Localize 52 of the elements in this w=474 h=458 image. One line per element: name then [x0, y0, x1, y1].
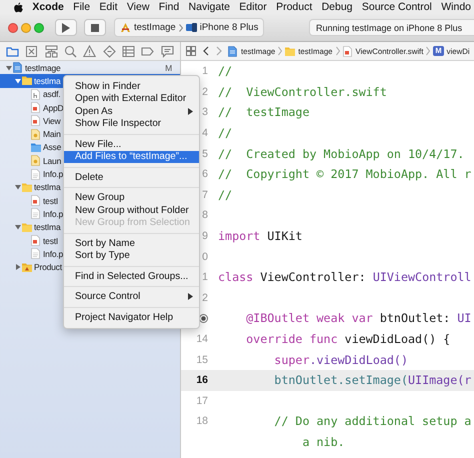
line-number: 8: [202, 209, 208, 222]
code-line: btnOutlet.setImage(UIImage(r: [273, 373, 472, 388]
file-name: Info.p: [43, 208, 64, 219]
line-number: 1: [202, 271, 208, 284]
file-name: View: [43, 116, 60, 126]
line-number: 7: [202, 188, 208, 201]
code-line: a nib.: [301, 434, 345, 449]
file-name: Laun: [43, 156, 62, 166]
code-line: override func viewDidLoad() {: [245, 332, 450, 346]
file-name: testIma: [34, 222, 60, 232]
file-name: Info.p: [43, 169, 64, 180]
file-name: asdf.: [43, 89, 60, 100]
line-number: 2: [202, 86, 208, 98]
line-number: 1: [202, 65, 208, 78]
line-number: 14: [196, 333, 208, 346]
line-number: 0: [202, 250, 208, 263]
status-display: Running testImage on iPhone 8 Plus: [309, 19, 474, 36]
file-name: testI: [43, 196, 58, 206]
code-line: // testImage: [217, 105, 310, 120]
scheme-name: testImage: [134, 22, 176, 33]
line-number: 5: [202, 148, 208, 160]
file-name: Product: [34, 262, 62, 272]
status-label: M: [165, 62, 172, 73]
file-name: testIma: [34, 76, 60, 86]
code-line: class ViewController: UIViewControll: [217, 270, 472, 284]
file-name: Main: [43, 129, 61, 140]
code-line: import UIKit: [217, 229, 302, 244]
line-number: 17: [196, 394, 208, 407]
line-number: 4: [202, 127, 208, 140]
line-number: 6: [202, 168, 208, 180]
line-number: 15: [196, 354, 208, 366]
line-number: 9: [202, 230, 208, 242]
file-name: Asse: [43, 142, 62, 152]
file-name: testIma: [34, 182, 60, 192]
code-line: //: [217, 64, 232, 78]
code-line: // Copyright © 2017 MobioApp. All r: [217, 167, 472, 182]
file-name: testI: [43, 236, 58, 246]
line-number: 18: [196, 415, 208, 428]
code-line: super.viewDidLoad(): [273, 352, 408, 367]
device-name: iPhone 8 Plus: [200, 22, 258, 33]
file-name: Info.p: [43, 248, 64, 259]
line-number: 2: [202, 292, 208, 304]
code-line: //: [217, 188, 232, 202]
line-number: 16: [196, 374, 208, 386]
code-line: // Do any additional setup a: [273, 414, 472, 428]
code-line: //: [217, 126, 232, 140]
file-name: testImage: [25, 62, 61, 73]
code-line: @IBOutlet weak var btnOutlet: UI: [245, 311, 472, 326]
code-line: // ViewController.swift: [217, 84, 387, 99]
code-line: // Created by MobioApp on 10/4/17.: [217, 146, 464, 161]
file-name: AppD: [43, 102, 64, 113]
line-number: 3: [202, 106, 208, 118]
